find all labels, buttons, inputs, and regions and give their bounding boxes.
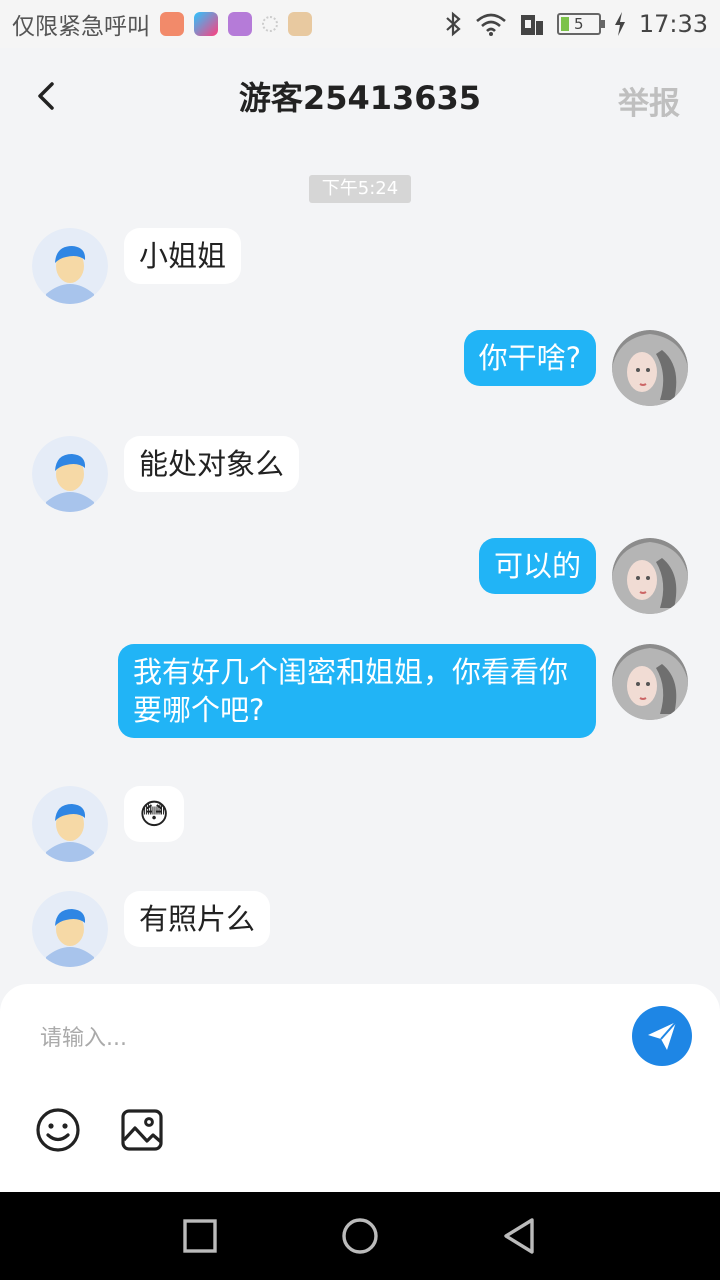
status-right: 5 17:33 — [443, 0, 708, 48]
carrier-text: 仅限紧急呼叫 — [12, 14, 150, 40]
wifi-icon — [475, 13, 506, 36]
image-icon[interactable] — [118, 1106, 166, 1154]
contact-avatar[interactable] — [32, 436, 108, 512]
contact-avatar[interactable] — [32, 891, 108, 967]
message-timestamp: 下午5:24 — [309, 175, 411, 203]
recent-apps-icon[interactable] — [176, 1212, 224, 1260]
message-bubble: 你干啥? — [463, 330, 596, 386]
status-bar: 仅限紧急呼叫 5 17:33 — [0, 0, 720, 48]
contact-avatar[interactable] — [32, 228, 108, 304]
status-left: 仅限紧急呼叫 — [12, 7, 312, 41]
contact-avatar[interactable] — [32, 786, 108, 862]
message-bubble: 能处对象么 — [124, 436, 300, 492]
battery-icon: 5 — [556, 13, 605, 35]
message-list[interactable]: 下午5:24 小姐姐 你干啥? 能处对象么 可以的 我有好几个闺密和姐姐，你看看… — [0, 144, 720, 984]
loading-icon — [262, 16, 278, 32]
emoji-icon[interactable] — [34, 1106, 82, 1154]
avatar-app-icon — [288, 12, 312, 36]
report-button[interactable]: 举报 — [618, 78, 680, 123]
message-bubble: 😳 — [124, 786, 185, 842]
nav-back-icon[interactable] — [496, 1212, 544, 1260]
message-bubble: 小姐姐 — [124, 228, 242, 284]
message-composer — [0, 984, 720, 1192]
message-bubble: 我有好几个闺密和姐姐，你看看你要哪个吧? — [118, 644, 596, 738]
bluetooth-icon — [446, 11, 461, 37]
charging-icon — [614, 12, 625, 36]
back-arrow-icon[interactable] — [30, 78, 66, 114]
battery-level: 5 — [574, 15, 584, 33]
my-avatar[interactable] — [612, 644, 688, 720]
my-avatar[interactable] — [612, 538, 688, 614]
message-bubble: 有照片么 — [124, 891, 271, 947]
navigation-bar — [0, 1192, 720, 1280]
send-icon — [648, 1021, 677, 1050]
status-time: 17:33 — [638, 10, 708, 38]
send-button[interactable] — [632, 1006, 692, 1066]
gallery-app-icon — [228, 12, 252, 36]
sim-icon — [520, 15, 543, 35]
home-icon[interactable] — [336, 1212, 384, 1260]
mail-app-icon — [160, 12, 184, 36]
page-title: 游客25413635 — [238, 79, 482, 117]
chat-header: 游客25413635 举报 — [0, 48, 720, 144]
youku-app-icon — [194, 12, 218, 36]
message-bubble: 可以的 — [478, 538, 596, 594]
my-avatar[interactable] — [612, 330, 688, 406]
message-input[interactable] — [40, 1020, 600, 1056]
